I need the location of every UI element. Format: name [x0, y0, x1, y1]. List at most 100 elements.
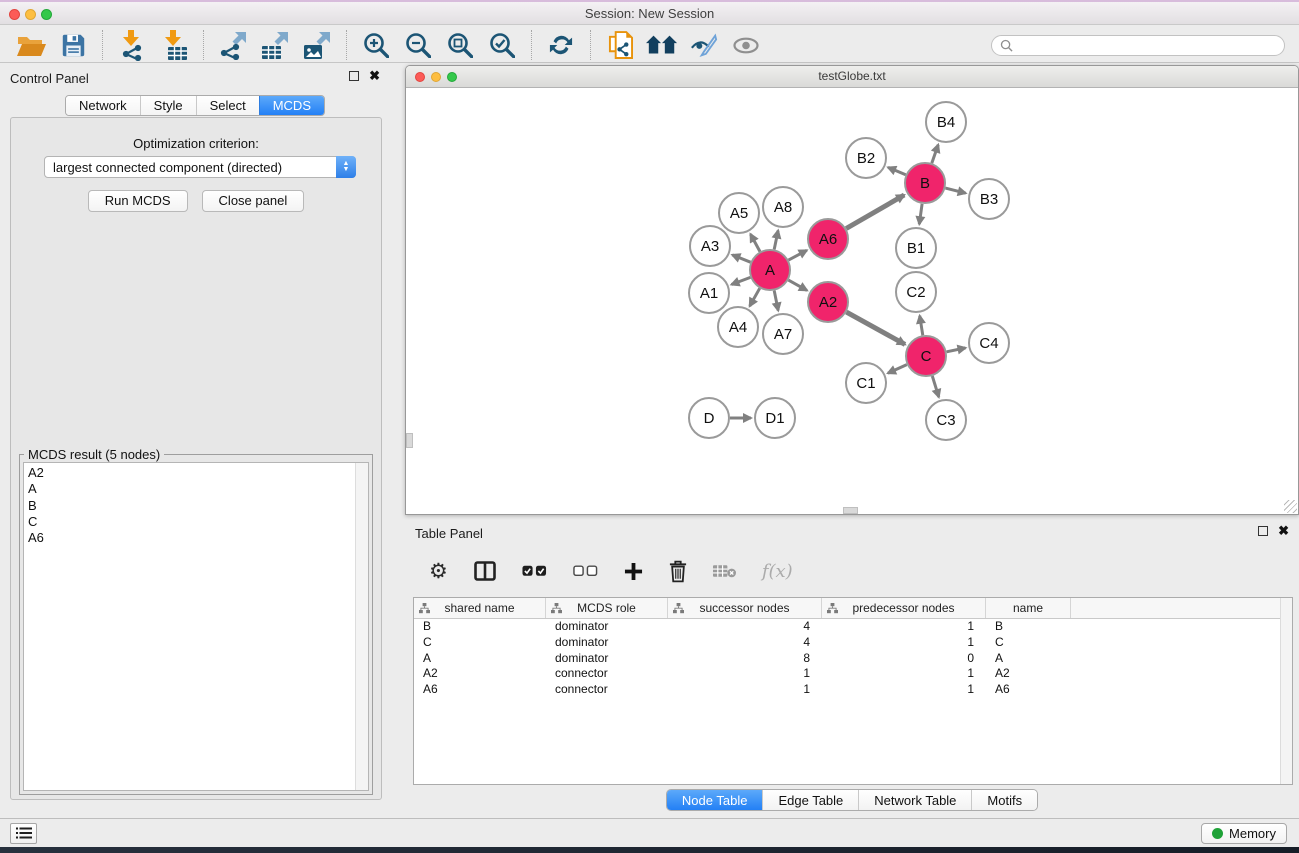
graph-edge-C-C3[interactable] [932, 376, 939, 397]
import-network-button[interactable] [115, 30, 149, 60]
add-column-button[interactable] [624, 562, 643, 581]
graph-edge-A-A3[interactable] [732, 255, 750, 262]
import-table-icon [161, 30, 188, 61]
column-header[interactable]: predecessor nodes [822, 598, 986, 618]
list-item[interactable]: A2 [28, 465, 352, 481]
list-item[interactable]: A [28, 481, 352, 497]
graph-edge-C-C4[interactable] [947, 348, 966, 352]
zoom-out-icon [405, 32, 431, 58]
toggle-bird-eye-button[interactable] [729, 30, 763, 60]
graph-edge-A-A7[interactable] [774, 291, 778, 311]
graph-edge-C-C1[interactable] [888, 365, 907, 374]
table-cell: dominator [546, 619, 668, 635]
graph-edge-A-A8[interactable] [774, 231, 778, 250]
show-network-overview-button[interactable] [645, 30, 679, 60]
table-row[interactable]: A6connector11A6 [414, 682, 1280, 698]
list-item[interactable]: B [28, 498, 352, 514]
zoom-fit-button[interactable] [443, 30, 477, 60]
zoom-in-button[interactable] [359, 30, 393, 60]
export-network-button[interactable] [216, 30, 250, 60]
tab-style[interactable]: Style [140, 96, 196, 115]
delete-table-button[interactable] [713, 564, 736, 578]
graph-edge-A-A2[interactable] [788, 280, 807, 290]
graph-edge-B-B3[interactable] [945, 188, 965, 193]
clone-network-button[interactable] [603, 30, 637, 60]
table-cell: 1 [822, 619, 986, 635]
refresh-layout-button[interactable] [544, 30, 578, 60]
import-table-button[interactable] [157, 30, 191, 60]
float-panel-icon[interactable] [349, 71, 359, 81]
tab-network-table[interactable]: Network Table [858, 790, 971, 810]
toggle-graphics-details-button[interactable] [687, 30, 721, 60]
open-session-button[interactable] [14, 30, 48, 60]
graph-node-label: C1 [856, 375, 875, 392]
graph-edge-A-A6[interactable] [789, 250, 807, 260]
zoom-out-button[interactable] [401, 30, 435, 60]
table-cell: A6 [414, 682, 546, 698]
close-panel-icon[interactable]: ✖ [369, 71, 380, 81]
column-header[interactable]: name [986, 598, 1071, 618]
list-item[interactable]: C [28, 514, 352, 530]
graph-edge-C-C2[interactable] [920, 316, 923, 336]
list-item[interactable]: A6 [28, 530, 352, 546]
table-row[interactable]: Cdominator41C [414, 635, 1280, 651]
function-builder-button[interactable]: f(x) [762, 561, 793, 582]
graph-edge-A-A1[interactable] [732, 277, 751, 284]
select-all-button[interactable] [522, 565, 547, 577]
zoom-selected-button[interactable] [485, 30, 519, 60]
table-settings-button[interactable]: ⚙ [429, 561, 448, 582]
network-graph[interactable]: B4B2BB3A5A8A6A3B1AA1C2A2A4A7C4CC1DD1C3 [406, 88, 1298, 514]
vertical-scroll-thumb[interactable] [406, 433, 413, 448]
split-view-button[interactable] [474, 561, 496, 581]
graph-edge-A6-B[interactable] [846, 195, 904, 229]
table-row[interactable]: Adominator80A [414, 651, 1280, 667]
tab-motifs[interactable]: Motifs [971, 790, 1037, 810]
search-input[interactable] [1013, 38, 1276, 52]
graph-node-label: D1 [765, 410, 784, 427]
graph-node-label: B4 [937, 114, 955, 131]
delete-column-button[interactable] [669, 560, 687, 583]
search-field[interactable] [991, 35, 1285, 56]
table-row[interactable]: Bdominator41B [414, 619, 1280, 635]
graph-edge-A-A4[interactable] [750, 288, 760, 306]
column-header[interactable]: successor nodes [668, 598, 822, 618]
table-scrollbar[interactable] [1280, 598, 1292, 784]
close-table-panel-icon[interactable]: ✖ [1278, 526, 1289, 536]
result-list-scrollbar[interactable] [355, 463, 368, 790]
toolbar-separator [346, 30, 347, 60]
task-history-button[interactable] [10, 823, 37, 844]
deselect-all-button[interactable] [573, 565, 598, 577]
memory-button[interactable]: Memory [1201, 823, 1287, 844]
column-type-icon [673, 603, 684, 614]
graph-edge-A2-C[interactable] [846, 312, 905, 344]
column-header[interactable]: shared name [414, 598, 546, 618]
close-panel-button[interactable]: Close panel [202, 190, 305, 212]
optimization-criterion-dropdown[interactable]: largest connected component (directed) ▲… [44, 156, 356, 178]
tab-mcds[interactable]: MCDS [259, 96, 324, 115]
table-cell: 1 [822, 666, 986, 682]
graph-edge-B-B2[interactable] [888, 167, 906, 174]
tab-network[interactable]: Network [66, 96, 140, 115]
horizontal-scroll-thumb[interactable] [843, 507, 858, 514]
graph-edge-B-B1[interactable] [919, 204, 922, 224]
export-image-button[interactable] [300, 30, 334, 60]
save-session-button[interactable] [56, 30, 90, 60]
network-canvas[interactable]: B4B2BB3A5A8A6A3B1AA1C2A2A4A7C4CC1DD1C3 [406, 88, 1298, 514]
network-window-titlebar[interactable]: testGlobe.txt [406, 66, 1298, 88]
export-image-icon [303, 30, 332, 60]
tab-edge-table[interactable]: Edge Table [762, 790, 858, 810]
run-mcds-button[interactable]: Run MCDS [88, 190, 188, 212]
tab-select[interactable]: Select [196, 96, 259, 115]
resize-grip-icon[interactable] [1284, 500, 1297, 513]
zoom-in-icon [363, 32, 389, 58]
refresh-icon [549, 33, 573, 57]
float-table-panel-icon[interactable] [1258, 526, 1268, 536]
export-table-button[interactable] [258, 30, 292, 60]
graph-edge-B-B4[interactable] [932, 145, 938, 163]
tab-node-table[interactable]: Node Table [667, 790, 763, 810]
graph-edge-A-A5[interactable] [751, 234, 761, 252]
graph-node-label: B2 [857, 150, 875, 167]
column-header[interactable]: MCDS role [546, 598, 668, 618]
table-row[interactable]: A2connector11A2 [414, 666, 1280, 682]
zoom-selected-icon [489, 32, 515, 58]
